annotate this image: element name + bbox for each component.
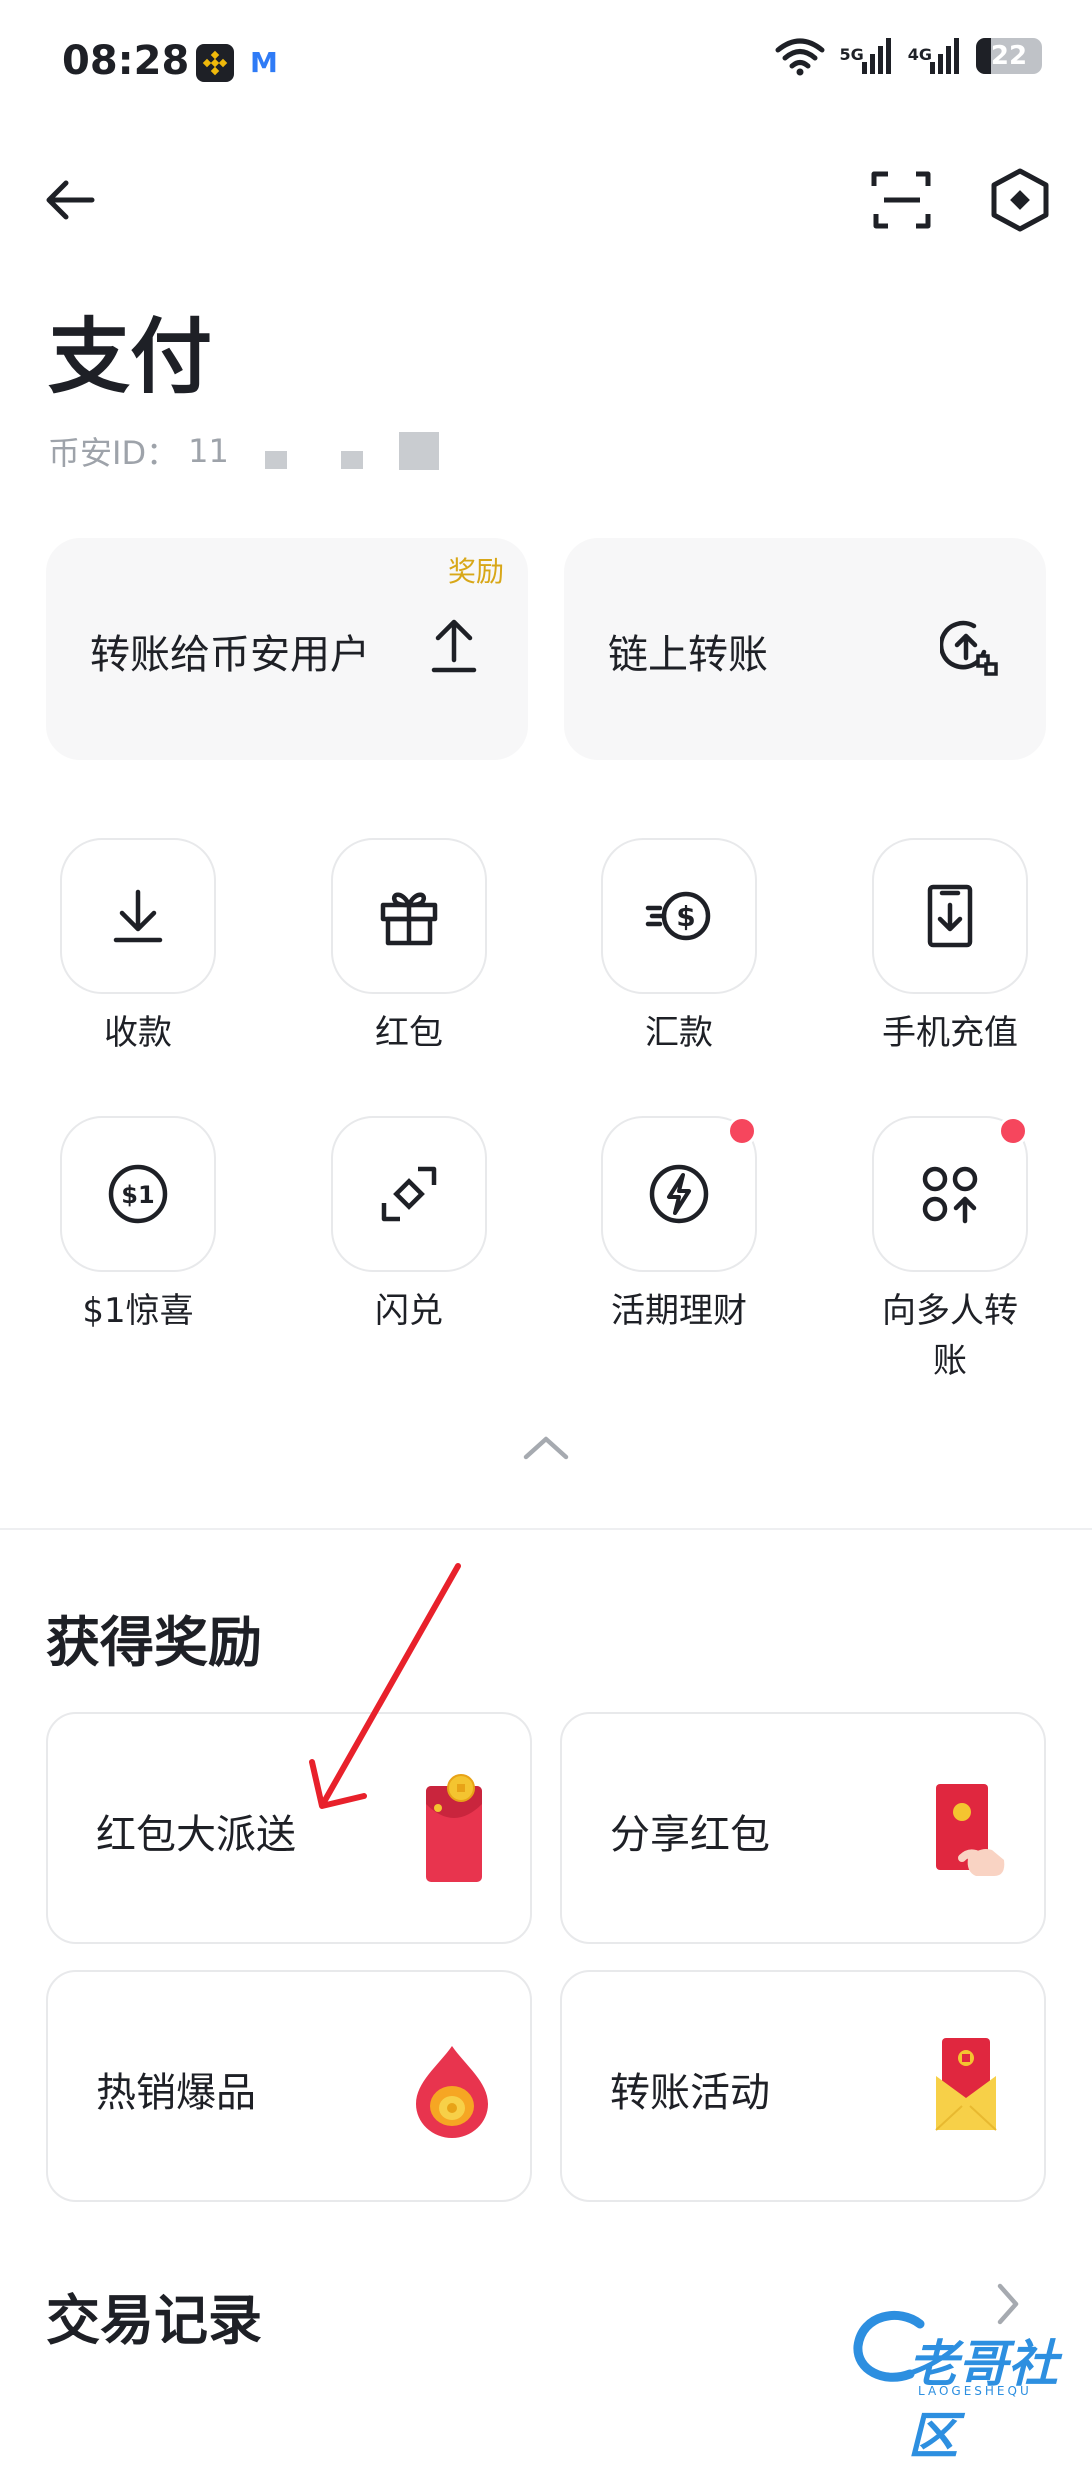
fire-drop-icon [416,2046,488,2138]
flexible-savings-button[interactable]: 活期理财 [601,1116,757,1336]
scan-icon [871,171,931,229]
scan-button[interactable] [862,160,942,240]
convert-tile[interactable] [331,1116,487,1272]
convert-button[interactable]: 闪兑 [331,1116,487,1336]
grid-label: 汇款 [645,1013,713,1053]
grid-label: 向多人转账 [882,1291,1018,1381]
arrow-left-icon [46,180,95,220]
signal-bars-icon [930,38,959,74]
settings-button[interactable] [980,160,1060,240]
wifi-icon [775,38,825,76]
dollar-coin-icon: $1 [108,1164,168,1224]
reward-card-label: 分享红包 [610,1812,770,1858]
account-id-label: 币安ID： [48,434,179,472]
chevron-right-icon [997,2283,1019,2325]
on-chain-transfer-icon [940,620,998,676]
multi-transfer-button[interactable]: 向多人转账 [872,1116,1028,1386]
status-indicators: 5G 4G 22 [775,36,1042,76]
gift-icon [380,892,438,946]
envelope-gift-icon [935,2038,997,2131]
grid-label: 活期理财 [611,1291,747,1331]
annotation-arrow [309,1563,461,1809]
redacted-block [264,451,287,469]
page-title: 支付 [48,310,213,405]
svg-text:$1: $1 [121,1181,154,1209]
watermark-subtext: LAOGESHEQU [918,2384,1032,2398]
multi-transfer-icon [922,1166,978,1224]
red-packet-button[interactable]: 红包 [331,838,487,1058]
hand-red-envelope-icon [936,1784,1005,1876]
transfer-campaign-card[interactable]: 转账活动 [560,1970,1046,2202]
settings-hexagon-icon [991,168,1049,232]
reward-card-label: 红包大派送 [96,1812,296,1858]
mail-notification-icon: M [250,46,278,79]
signal-5g-label: 5G [839,45,864,64]
account-id: 币安ID： 11 [48,428,439,474]
status-time: 08:28 [62,38,190,84]
battery-level-text: 22 [990,41,1028,71]
notification-dot [998,1116,1028,1146]
mobile-topup-button[interactable]: 手机充值 [872,838,1028,1058]
grid-label: 收款 [104,1013,172,1053]
remittance-button[interactable]: $ 汇款 [601,838,757,1058]
reward-tag: 奖励 [447,555,504,588]
back-button[interactable] [40,170,100,230]
grid-label: 闪兑 [375,1291,443,1331]
share-red-packet-card[interactable]: 分享红包 [560,1712,1046,1944]
rewards-section-title: 获得奖励 [46,1611,262,1674]
dollar-send-icon: $ [645,891,711,941]
grid-label: 手机充值 [882,1013,1018,1053]
red-packet-tile[interactable] [331,838,487,994]
section-divider [0,1528,1092,1530]
reward-card-label: 热销爆品 [96,2070,256,2116]
phone-topup-icon [927,884,973,948]
notification-dot [727,1116,757,1146]
flexible-savings-tile[interactable] [601,1116,757,1272]
binance-notification-icon [196,44,234,82]
battery-indicator: 22 [976,38,1042,74]
dollar-surprise-tile[interactable]: $1 [60,1116,216,1272]
multi-transfer-tile[interactable] [872,1116,1028,1272]
transfer-card-label: 链上转账 [608,632,768,678]
receive-tile[interactable] [60,838,216,994]
reward-card-label: 转账活动 [610,2070,770,2116]
mobile-topup-tile[interactable] [872,838,1028,994]
upload-arrow-icon [431,619,477,673]
grid-label: $1惊喜 [82,1291,194,1331]
convert-icon [381,1166,437,1222]
transfer-to-binance-user-card[interactable]: 奖励 转账给币安用户 [46,538,528,760]
transactions-section-title: 交易记录 [46,2289,262,2352]
grid-label: 红包 [375,1013,443,1053]
transfer-card-label: 转账给币安用户 [90,632,370,678]
redacted-block [340,451,363,469]
lightning-coin-icon [649,1164,709,1224]
receive-button[interactable]: 收款 [60,838,216,1058]
on-chain-transfer-card[interactable]: 链上转账 [564,538,1046,760]
dollar-surprise-button[interactable]: $1 $1惊喜 [60,1116,216,1336]
svg-text:$: $ [676,900,695,933]
collapse-button[interactable] [516,1422,576,1472]
signal-4g-label: 4G [907,45,932,64]
hot-products-card[interactable]: 热销爆品 [46,1970,532,2202]
signal-bars-icon [861,38,891,74]
download-icon [113,889,163,943]
account-id-value: 11 [188,432,229,470]
redacted-block [398,432,439,470]
remittance-tile[interactable]: $ [601,838,757,994]
chevron-up-icon [523,1436,569,1460]
